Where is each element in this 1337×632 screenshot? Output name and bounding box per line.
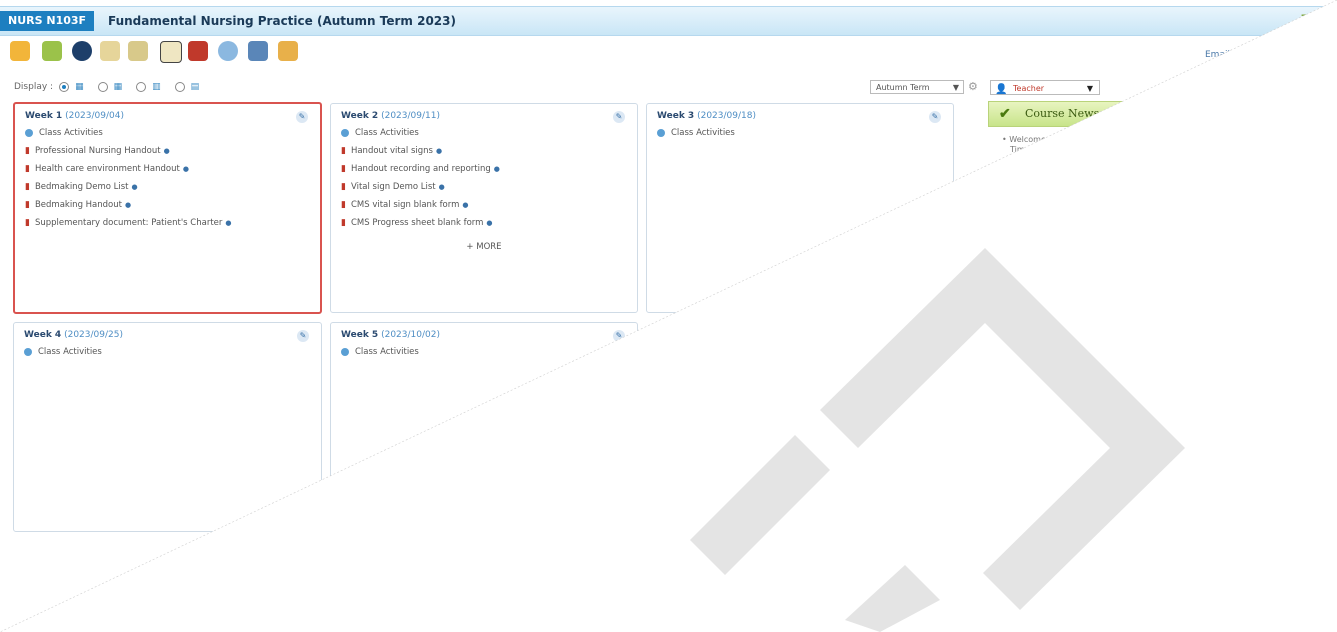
calendar-view-icon: ▤ [190,82,200,92]
week-title[interactable]: Week 3 (2023/09/18) [657,111,943,121]
edit-icon[interactable]: ✎ [296,111,308,123]
week-card: Week 3 (2023/09/18) ✎ Class Activities [646,103,954,313]
week-card: Week 4 (2023/09/25) ✎ Class Activities [13,322,322,532]
palette-icon[interactable] [278,41,298,61]
chevron-down-icon: ▼ [1086,84,1093,93]
list-item[interactable]: ▮ CMS Progress sheet blank form ● [341,218,627,228]
week-card: Week 2 (2023/09/11) ✎ Class Activities ▮… [330,103,638,313]
single-view-icon: ▥ [152,82,161,92]
course-news-header: ✔ Course News [988,101,1128,127]
list-item[interactable]: ▮ CMS vital sign blank form ● [341,200,627,210]
pdf-icon: ▮ [25,182,30,192]
course-news-panel: ✔ Course News • Welcome Time [988,101,1128,181]
list-item[interactable]: ▮ Professional Nursing Handout ● [25,146,310,156]
globe-icon [657,129,665,137]
course-header: NURS N103F Fundamental Nursing Practice … [0,3,1337,38]
info-icon[interactable]: ● [494,165,500,173]
checkmark-icon: ✔ [999,106,1011,122]
course-news-title: Course News [1025,107,1100,120]
pdf-icon: ▮ [25,146,30,156]
document-icon[interactable] [160,41,182,63]
term-value: Autumn Term [876,83,930,92]
week-title[interactable]: Week 1 (2023/09/04) [25,111,310,121]
info-icon[interactable]: ● [164,147,170,155]
clipboard-edit-icon[interactable] [128,41,148,61]
pdf-icon: ▮ [341,200,346,210]
week-title[interactable]: Week 5 (2023/10/02) [341,330,627,340]
info-icon[interactable]: ● [225,219,231,227]
books-icon[interactable] [188,41,208,61]
term-select[interactable]: Autumn Term ▼ [870,80,964,94]
course-code[interactable]: NURS N103F [0,11,95,31]
user-icon: 👤 [995,84,1008,95]
news-item-text: Welcome [1009,135,1046,144]
class-activities-link[interactable]: Class Activities [341,347,627,357]
grid-3-view-icon: ▦ [75,82,84,92]
class-activities-link[interactable]: Class Activities [657,128,943,138]
more-link[interactable]: + MORE [341,242,627,252]
info-icon[interactable]: ● [462,201,468,209]
clock-icon[interactable] [218,41,238,61]
folder-icon[interactable] [42,41,62,61]
edit-icon[interactable]: ✎ [297,330,309,342]
list-item[interactable]: ▮ Health care environment Handout ● [25,164,310,174]
list-item[interactable]: ▮ Supplementary document: Patient's Chart… [25,218,310,228]
info-icon[interactable]: ● [436,147,442,155]
toolbar [0,36,1337,66]
pdf-icon: ▮ [25,200,30,210]
list-item[interactable]: ▮ Bedmaking Demo List ● [25,182,310,192]
globe-icon [341,129,349,137]
calendar-view-radio[interactable] [174,82,185,92]
pdf-icon: ▮ [341,182,346,192]
course-news-body: • Welcome Time [988,127,1128,155]
email-link[interactable]: Email [1205,50,1230,60]
week-card: Week 1 (2023/09/04) ✎ Class Activities ▮… [13,102,322,314]
course-title: Fundamental Nursing Practice (Autumn Ter… [108,14,456,28]
class-activities-link[interactable]: Class Activities [341,128,627,138]
class-activities-link[interactable]: Class Activities [25,128,310,138]
edit-icon[interactable]: ✎ [613,330,625,342]
chevron-down-icon: ▼ [952,83,959,92]
clipboard-icon[interactable] [100,41,120,61]
week-card: Week 5 (2023/10/02) ✎ Class Activities [330,322,638,532]
list-item[interactable]: ▮ Vital sign Demo List ● [341,182,627,192]
diagonal-mask [0,0,1337,632]
info-icon[interactable]: ● [439,183,445,191]
edit-icon[interactable]: ✎ [929,111,941,123]
news-item-tail: Time [1010,145,1030,154]
globe-icon [24,348,32,356]
display-options: Display : ▦ ▦ ▥ ▤ [14,82,207,92]
class-activities-link[interactable]: Class Activities [24,347,311,357]
pdf-icon: ▮ [341,218,346,228]
info-icon[interactable]: ● [131,183,137,191]
pdf-icon: ▮ [25,218,30,228]
info-icon[interactable]: ● [486,219,492,227]
home-icon[interactable] [10,41,30,61]
news-item[interactable]: • Welcome [1002,135,1128,145]
pdf-icon: ▮ [25,164,30,174]
record-icon[interactable] [72,41,92,61]
globe-icon [25,129,33,137]
week-title[interactable]: Week 2 (2023/09/11) [341,111,627,121]
info-icon[interactable]: ● [183,165,189,173]
single-view-radio[interactable] [136,82,147,92]
role-value: Teacher [1013,84,1045,93]
pdf-icon: ▮ [341,146,346,156]
globe-icon [341,348,349,356]
grid-2-view-radio[interactable] [97,82,108,92]
week-title[interactable]: Week 4 (2023/09/25) [24,330,311,340]
role-select[interactable]: 👤 Teacher ▼ [990,80,1100,95]
list-item[interactable]: ▮ Handout vital signs ● [341,146,627,156]
display-label: Display : [14,82,54,92]
edit-icon[interactable]: ✎ [613,111,625,123]
monitor-icon[interactable] [248,41,268,61]
brand-logo: m [1300,3,1329,38]
list-item[interactable]: ▮ Bedmaking Handout ● [25,200,310,210]
list-item[interactable]: ▮ Handout recording and reporting ● [341,164,627,174]
grid-2-view-icon: ▦ [113,82,123,92]
info-icon[interactable]: ● [125,201,131,209]
grid-3-view-radio[interactable] [59,82,70,92]
pdf-icon: ▮ [341,164,346,174]
gear-icon[interactable]: ⚙ [968,80,978,93]
